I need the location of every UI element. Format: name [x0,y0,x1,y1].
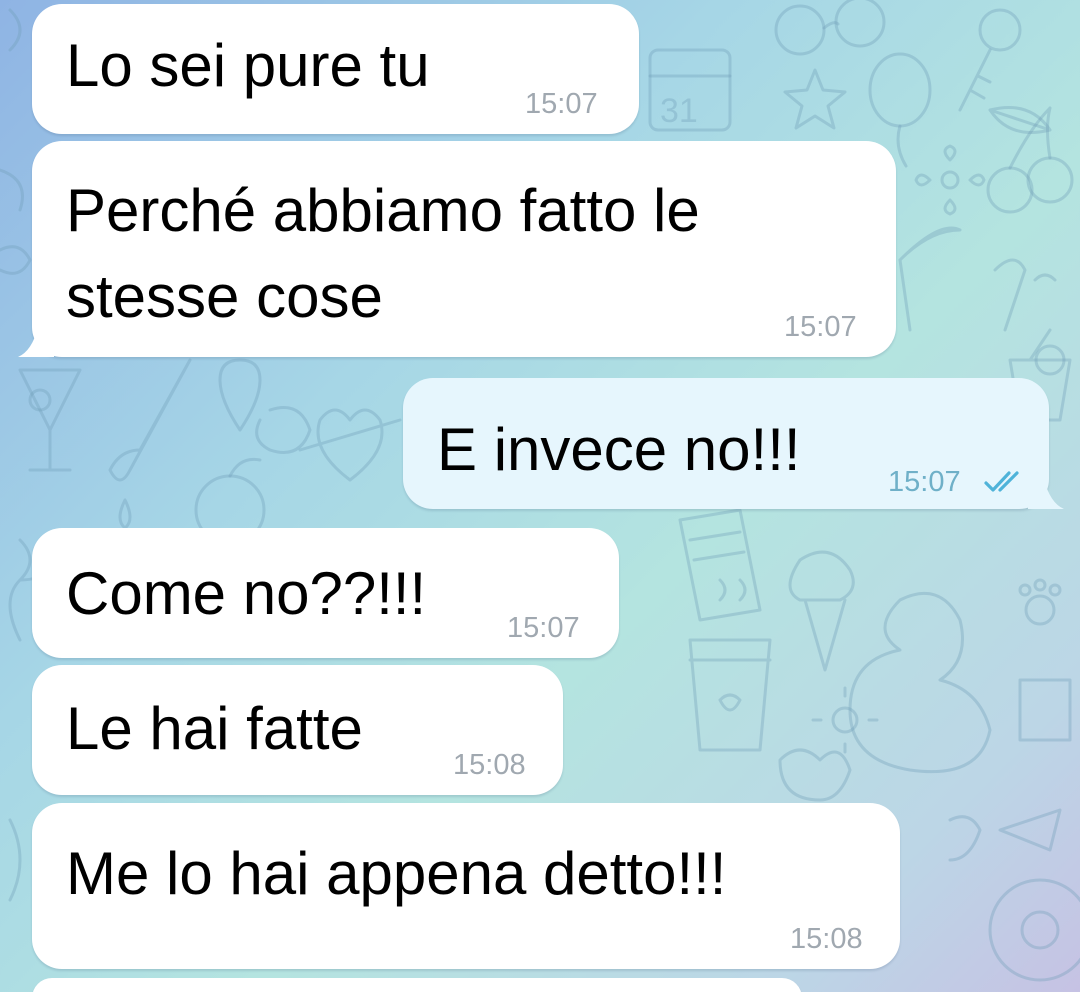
message-text-line: Perché abbiamo fatto le [66,177,700,244]
message-timestamp: 15:08 [790,923,863,955]
message-timestamp: 15:07 [888,466,961,498]
message-text: Lo sei pure tu [66,32,430,99]
bubble-tail [18,327,54,357]
message-text: Le hai fatte [66,695,363,762]
message-text: Me lo hai appena detto!!! [66,840,727,907]
incoming-message[interactable]: Come no??!!! 15:07 [32,528,619,658]
bubble-tail [1028,479,1064,509]
outgoing-message[interactable]: E invece no!!! 15:07 [403,378,1049,509]
incoming-message[interactable]: Perché abbiamo fatto le stesse cose 15:0… [32,141,896,357]
message-text: E invece no!!! [437,416,801,483]
message-timestamp: 15:07 [507,612,580,644]
double-check-icon [984,471,1019,492]
incoming-message[interactable]: Me lo hai appena detto!!! 15:08 [32,803,900,969]
message-timestamp: 15:08 [453,749,526,781]
incoming-message[interactable]: Lo sei pure tu 15:07 [32,4,639,134]
incoming-message[interactable]: Le hai fatte 15:08 [32,665,563,795]
message-text-line: stesse cose [66,263,383,330]
message-timestamp: 15:07 [525,88,598,120]
message-text: Come no??!!! [66,560,427,627]
message-timestamp: 15:07 [784,311,857,343]
svg-text:31: 31 [660,92,698,130]
incoming-message-partial[interactable] [32,978,802,992]
